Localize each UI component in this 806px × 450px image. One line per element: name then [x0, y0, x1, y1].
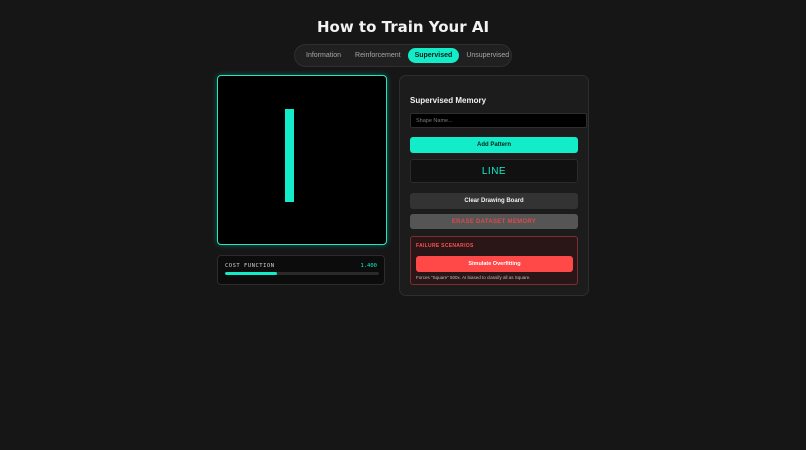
erase-dataset-memory-button[interactable]: ERASE DATASET MEMORY: [410, 214, 578, 229]
tab-information[interactable]: Information: [299, 48, 348, 63]
supervised-memory-panel: Supervised Memory Add Pattern LINE Clear…: [399, 75, 589, 296]
tab-supervised[interactable]: Supervised: [407, 48, 460, 63]
drawing-canvas[interactable]: [217, 75, 387, 245]
tab-unsupervised[interactable]: Unsupervised: [459, 48, 516, 63]
cost-progress-fill: [225, 272, 278, 275]
cost-progress-track: [225, 272, 379, 275]
panel-title: Supervised Memory: [410, 96, 487, 105]
failure-scenarios-title: FAILURE SCENARIOS: [416, 243, 474, 249]
cost-function-value: 1.400: [360, 263, 377, 269]
shape-name-input[interactable]: [410, 113, 587, 128]
cost-function-panel: COST FUNCTION 1.400: [217, 255, 385, 285]
mode-tabs: Information Reinforcement Supervised Uns…: [294, 44, 512, 67]
add-pattern-button[interactable]: Add Pattern: [410, 137, 578, 153]
failure-scenarios-box: FAILURE SCENARIOS Simulate Overfitting F…: [410, 236, 578, 285]
simulate-overfitting-button[interactable]: Simulate Overfitting: [416, 256, 573, 272]
tab-reinforcement[interactable]: Reinforcement: [348, 48, 408, 63]
prediction-display: LINE: [410, 159, 578, 183]
failure-note: Forces "Square" 500x. AI biased to class…: [416, 275, 531, 280]
drawn-line-stroke: [285, 109, 294, 202]
clear-drawing-board-button[interactable]: Clear Drawing Board: [410, 193, 578, 209]
page-title: How to Train Your AI: [316, 18, 490, 36]
cost-function-label: COST FUNCTION: [225, 263, 275, 269]
page: How to Train Your AI Information Reinfor…: [0, 0, 806, 450]
